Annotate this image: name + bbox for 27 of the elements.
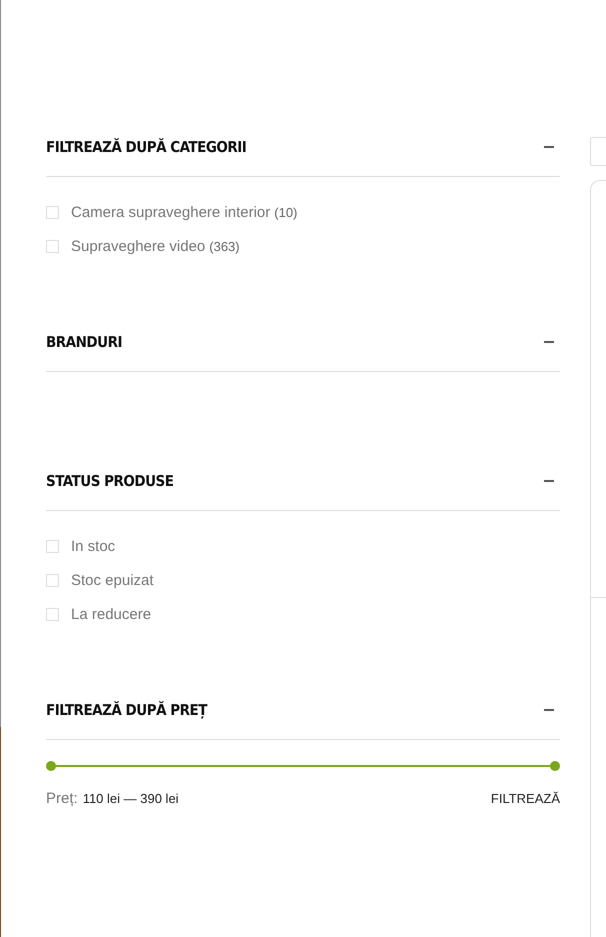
price-range: 110 lei — 390 lei bbox=[82, 790, 179, 806]
filter-option[interactable]: Stoc epuizat bbox=[71, 572, 154, 588]
checkbox[interactable] bbox=[46, 240, 59, 252]
slider-handle[interactable] bbox=[46, 761, 56, 771]
checkbox[interactable] bbox=[46, 608, 59, 620]
section-heading: BRANDURI bbox=[46, 333, 122, 351]
filter-option[interactable]: La reducere bbox=[71, 606, 152, 622]
checkbox[interactable] bbox=[46, 206, 59, 218]
section-heading: STATUS PRODUSE bbox=[46, 472, 174, 490]
input-field[interactable] bbox=[590, 137, 606, 166]
checkbox[interactable] bbox=[46, 540, 59, 552]
checkbox[interactable] bbox=[46, 574, 59, 586]
minus-icon[interactable] bbox=[544, 341, 554, 343]
slider-handle[interactable] bbox=[550, 761, 560, 771]
item-count: (363) bbox=[209, 238, 240, 254]
minus-icon[interactable] bbox=[544, 480, 554, 482]
filter-option[interactable]: Camera supraveghere interior bbox=[71, 204, 270, 220]
price-label: Preț: bbox=[46, 790, 78, 806]
price-slider-track[interactable] bbox=[46, 761, 560, 771]
section-heading: FILTREAZĂ DUPĂ CATEGORII bbox=[46, 138, 246, 156]
filter-option[interactable]: Supraveghere video bbox=[71, 238, 206, 254]
section-heading: FILTREAZĂ DUPĂ PREȚ bbox=[46, 701, 207, 719]
minus-icon[interactable] bbox=[544, 709, 554, 711]
filter-button[interactable]: FILTREAZĂ bbox=[490, 790, 560, 806]
minus-icon[interactable] bbox=[544, 146, 554, 148]
item-count: (10) bbox=[274, 204, 298, 220]
filter-option[interactable]: In stoc bbox=[71, 538, 116, 554]
